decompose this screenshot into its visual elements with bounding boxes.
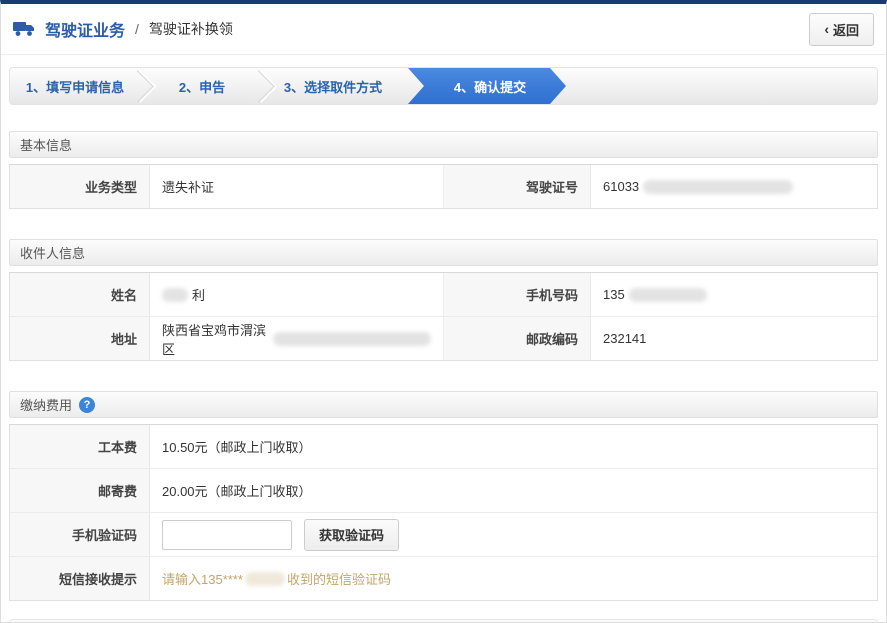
name-redacted bbox=[162, 288, 188, 302]
header: 驾驶证业务 / 驾驶证补换领 ‹ 返回 bbox=[1, 4, 886, 55]
back-button-label: 返回 bbox=[833, 20, 859, 39]
phone-visible: 135 bbox=[603, 287, 625, 302]
license-no-visible: 61033 bbox=[603, 179, 639, 194]
section-recipient-header: 收件人信息 bbox=[9, 239, 878, 266]
page-title: 驾驶证业务 bbox=[45, 17, 125, 41]
address-value: 陕西省宝鸡市渭滨区 bbox=[150, 317, 444, 360]
sms-hint-text: 请输入135**** 收到的短信验证码 bbox=[162, 569, 391, 588]
breadcrumb: 驾驶证业务 / 驾驶证补换领 bbox=[13, 17, 233, 41]
name-value: 利 bbox=[150, 273, 444, 316]
section-fees-title: 缴纳费用 bbox=[20, 395, 72, 414]
table-row: 手机验证码 获取验证码 bbox=[10, 513, 877, 557]
license-no-value: 61033 bbox=[591, 165, 877, 208]
name-label: 姓名 bbox=[10, 273, 150, 316]
table-row: 姓名 利 手机号码 135 bbox=[10, 273, 877, 317]
sms-hint-cell: 请输入135**** 收到的短信验证码 bbox=[150, 557, 877, 600]
recipient-info-table: 姓名 利 手机号码 135 地址 陕西省宝鸡市渭滨区 邮政编码 23214 bbox=[9, 272, 878, 361]
truck-icon bbox=[13, 20, 37, 38]
section-basic-info: 基本信息 业务类型 遗失补证 驾驶证号 61033 bbox=[9, 131, 878, 209]
sms-hint-label: 短信接收提示 bbox=[10, 557, 150, 600]
address-redacted bbox=[273, 332, 431, 346]
back-chevron-icon: ‹ bbox=[824, 21, 829, 37]
phone-value: 135 bbox=[591, 273, 877, 316]
captcha-label: 手机验证码 bbox=[10, 513, 150, 556]
section-fees-header: 缴纳费用 ? bbox=[9, 391, 878, 418]
name-visible: 利 bbox=[192, 285, 205, 304]
get-code-button[interactable]: 获取验证码 bbox=[304, 519, 399, 551]
section-basic-title: 基本信息 bbox=[20, 135, 72, 154]
table-row: 业务类型 遗失补证 驾驶证号 61033 bbox=[10, 165, 877, 208]
section-basic-header: 基本信息 bbox=[9, 131, 878, 158]
section-recipient-title: 收件人信息 bbox=[20, 243, 85, 262]
table-row: 工本费 10.50元（邮政上门收取） bbox=[10, 425, 877, 469]
section-recipient-info: 收件人信息 姓名 利 手机号码 135 地址 陕西省宝鸡市渭滨区 bbox=[9, 239, 878, 361]
fee-cost-label: 工本费 bbox=[10, 425, 150, 468]
step-wizard: 1、填写申请信息 2、申告 3、选择取件方式 4、确认提交 bbox=[9, 67, 878, 105]
help-icon[interactable]: ? bbox=[79, 397, 95, 413]
fee-post-value: 20.00元（邮政上门收取） bbox=[150, 469, 877, 512]
table-row: 邮寄费 20.00元（邮政上门收取） bbox=[10, 469, 877, 513]
basic-info-table: 业务类型 遗失补证 驾驶证号 61033 bbox=[9, 164, 878, 209]
captcha-input[interactable] bbox=[162, 520, 292, 550]
table-row: 短信接收提示 请输入135**** 收到的短信验证码 bbox=[10, 557, 877, 600]
phone-redacted bbox=[629, 288, 707, 302]
phone-label: 手机号码 bbox=[444, 273, 591, 316]
postcode-label: 邮政编码 bbox=[444, 317, 591, 360]
step-4-confirm-submit[interactable]: 4、确认提交 bbox=[408, 68, 566, 104]
license-no-label: 驾驶证号 bbox=[444, 165, 591, 208]
section-fees: 缴纳费用 ? 工本费 10.50元（邮政上门收取） 邮寄费 20.00元（邮政上… bbox=[9, 391, 878, 601]
fee-post-label: 邮寄费 bbox=[10, 469, 150, 512]
fee-cost-value: 10.50元（邮政上门收取） bbox=[150, 425, 877, 468]
postcode-value: 232141 bbox=[591, 317, 877, 360]
footer-actions: 上一步 完成 bbox=[9, 619, 878, 623]
captcha-cell: 获取验证码 bbox=[150, 513, 877, 556]
address-label: 地址 bbox=[10, 317, 150, 360]
address-visible: 陕西省宝鸡市渭滨区 bbox=[162, 320, 267, 358]
business-type-value: 遗失补证 bbox=[150, 165, 444, 208]
sms-phone-redacted bbox=[245, 572, 285, 586]
business-type-label: 业务类型 bbox=[10, 165, 150, 208]
page: 驾驶证业务 / 驾驶证补换领 ‹ 返回 1、填写申请信息 2、申告 3、选择取件… bbox=[0, 0, 887, 623]
breadcrumb-separator: / bbox=[135, 21, 139, 37]
license-no-redacted bbox=[643, 180, 793, 194]
sms-hint-suffix: 收到的短信验证码 bbox=[287, 569, 391, 588]
step-3-pickup-method[interactable]: 3、选择取件方式 bbox=[264, 68, 402, 104]
back-button[interactable]: ‹ 返回 bbox=[809, 13, 874, 46]
page-subtitle: 驾驶证补换领 bbox=[149, 19, 233, 39]
fees-table: 工本费 10.50元（邮政上门收取） 邮寄费 20.00元（邮政上门收取） 手机… bbox=[9, 424, 878, 601]
table-row: 地址 陕西省宝鸡市渭滨区 邮政编码 232141 bbox=[10, 317, 877, 360]
sms-hint-prefix: 请输入135**** bbox=[162, 569, 243, 588]
